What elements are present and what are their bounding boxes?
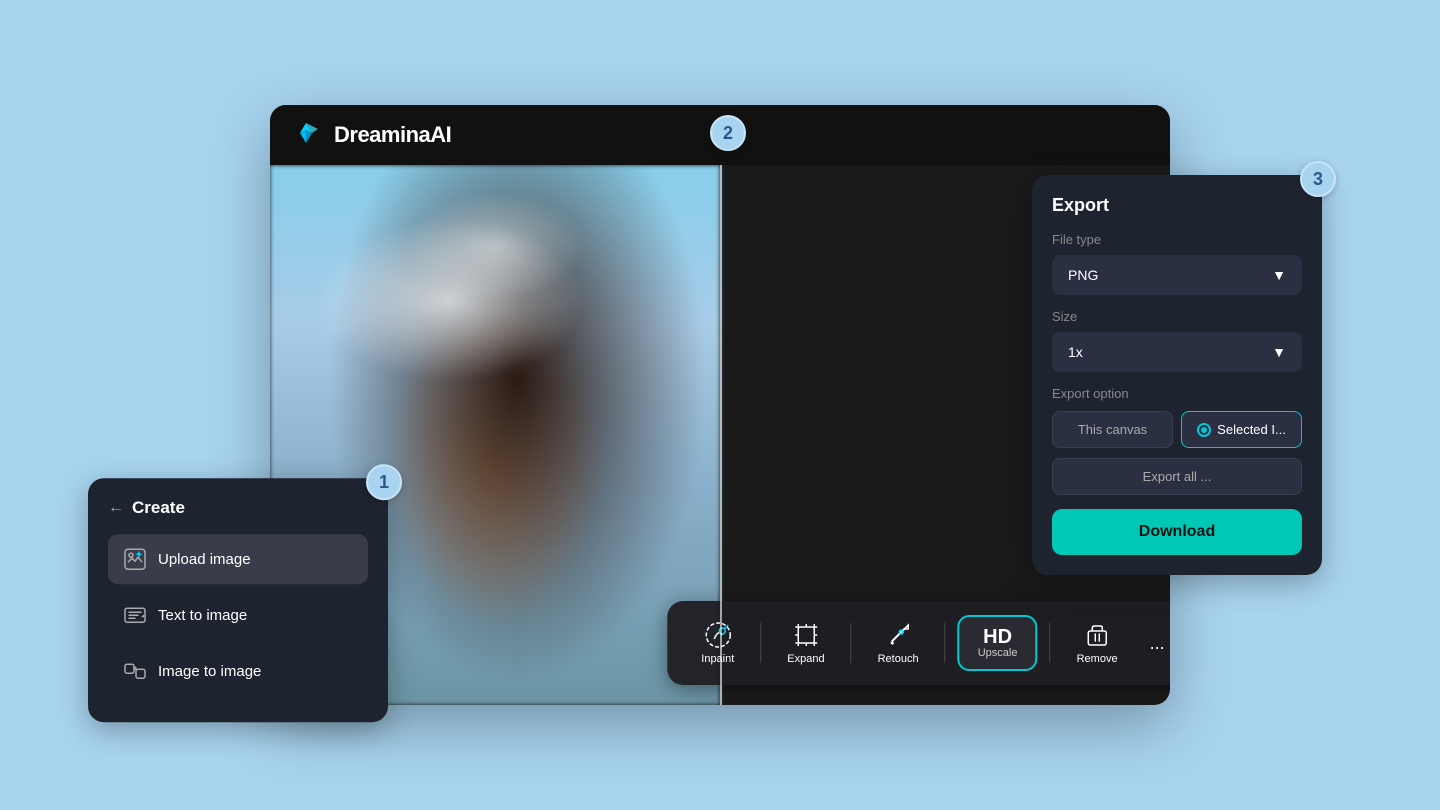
radio-selected-icon <box>1197 423 1211 437</box>
download-label: Download <box>1139 523 1215 540</box>
export-panel: 3 Export File type PNG ▼ Size 1x ▼ Expor… <box>1032 175 1322 575</box>
size-label: Size <box>1052 309 1302 324</box>
file-type-chevron-icon: ▼ <box>1272 267 1286 283</box>
expand-icon <box>792 621 820 649</box>
retouch-icon <box>884 621 912 649</box>
upload-image-label: Upload image <box>158 551 251 568</box>
export-option-label: Export option <box>1052 386 1302 401</box>
download-button[interactable]: Download <box>1052 509 1302 555</box>
file-type-value: PNG <box>1068 267 1098 283</box>
retouch-label: Retouch <box>878 653 919 665</box>
file-type-label: File type <box>1052 232 1302 247</box>
text-to-image-icon <box>124 604 146 626</box>
inpaint-icon <box>704 621 732 649</box>
hd-label: HD <box>983 627 1012 647</box>
badge-3: 3 <box>1300 161 1336 197</box>
toolbar-divider-3 <box>945 623 946 663</box>
image-to-image-label: Image to image <box>158 663 261 680</box>
export-all-button[interactable]: Export all ... <box>1052 458 1302 495</box>
remove-label: Remove <box>1077 653 1118 665</box>
size-value: 1x <box>1068 344 1083 360</box>
menu-item-text-to-image[interactable]: Text to image <box>108 590 368 640</box>
selected-image-button[interactable]: Selected I... <box>1181 411 1302 448</box>
create-header: ← Create <box>108 498 368 518</box>
export-options-row: This canvas Selected I... <box>1052 411 1302 448</box>
retouch-button[interactable]: Retouch <box>864 613 933 673</box>
canvas-divider <box>720 165 722 705</box>
export-all-label: Export all ... <box>1143 469 1212 484</box>
this-canvas-button[interactable]: This canvas <box>1052 411 1173 448</box>
remove-icon <box>1083 621 1111 649</box>
bottom-toolbar: Inpaint Expand <box>667 601 1170 685</box>
create-title: Create <box>132 498 185 518</box>
menu-item-image-to-image[interactable]: Image to image <box>108 646 368 696</box>
badge-2: 2 <box>710 115 746 151</box>
app-title: DreaminaAI <box>334 122 451 148</box>
back-icon[interactable]: ← <box>108 499 124 517</box>
remove-button[interactable]: Remove <box>1063 613 1132 673</box>
export-title: Export <box>1052 195 1302 216</box>
more-button[interactable]: ... <box>1140 625 1170 662</box>
text-to-image-label: Text to image <box>158 607 247 624</box>
size-select[interactable]: 1x ▼ <box>1052 332 1302 372</box>
file-type-select[interactable]: PNG ▼ <box>1052 255 1302 295</box>
expand-button[interactable]: Expand <box>773 613 838 673</box>
size-chevron-icon: ▼ <box>1272 344 1286 360</box>
selected-label: Selected I... <box>1217 422 1286 437</box>
upload-image-icon <box>124 548 146 570</box>
upscale-label: Upscale <box>978 647 1018 659</box>
more-icon: ... <box>1150 633 1165 653</box>
expand-label: Expand <box>787 653 824 665</box>
logo-icon <box>290 119 322 151</box>
toolbar-divider-1 <box>760 623 761 663</box>
inpaint-button[interactable]: Inpaint <box>687 613 748 673</box>
hd-upscale-button[interactable]: HD Upscale <box>958 615 1038 671</box>
toolbar-divider-4 <box>1050 623 1051 663</box>
toolbar-divider-2 <box>851 623 852 663</box>
inpaint-label: Inpaint <box>701 653 734 665</box>
menu-item-upload-image[interactable]: Upload image <box>108 534 368 584</box>
image-to-image-icon <box>124 660 146 682</box>
create-panel: 1 ← Create Upload image <box>88 478 388 722</box>
badge-1: 1 <box>366 464 402 500</box>
